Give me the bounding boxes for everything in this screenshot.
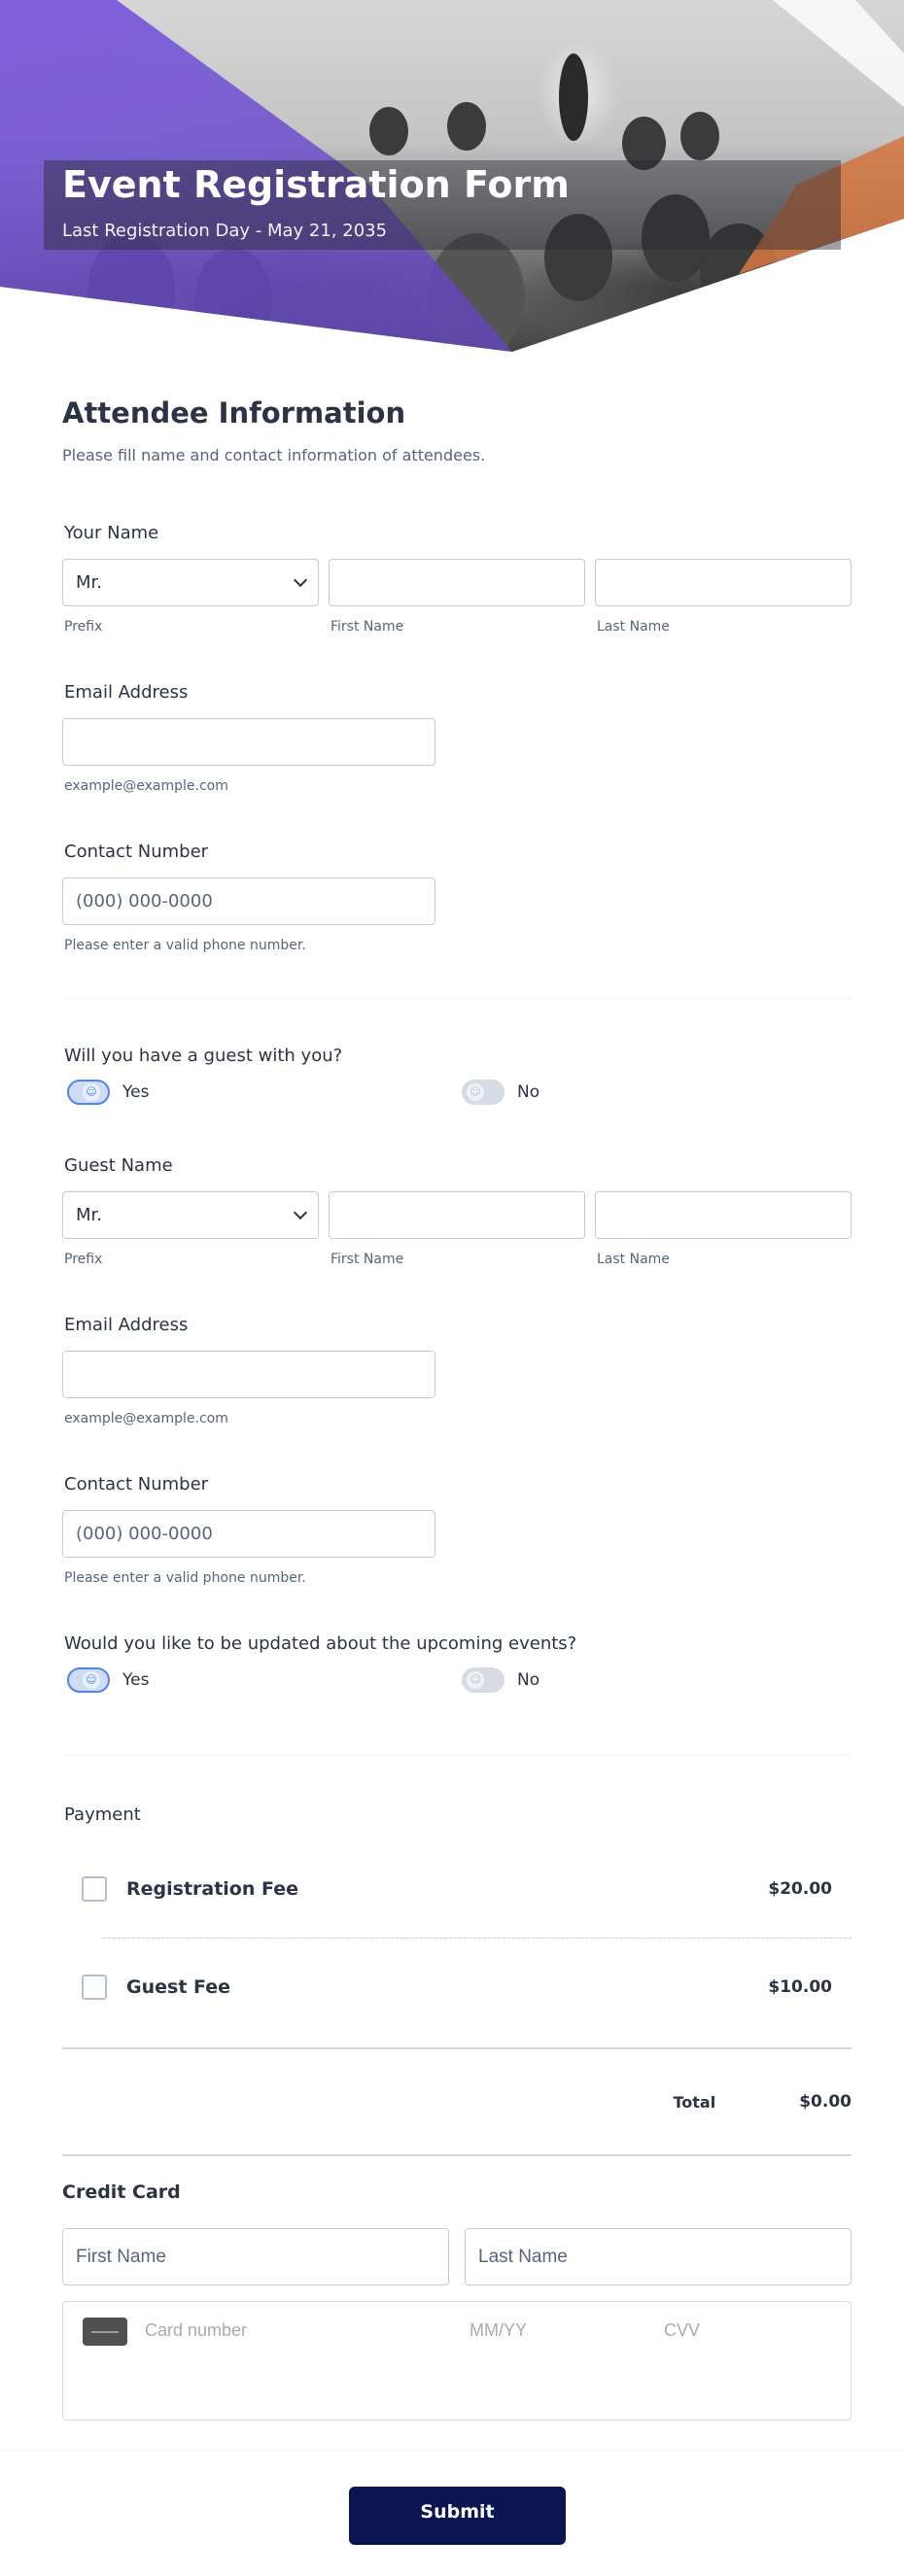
phone-sublabel: Please enter a valid phone number. (64, 938, 306, 953)
updates-no-label: No (517, 1670, 540, 1690)
guest-no-option[interactable]: ☺ No (457, 1080, 852, 1105)
prefix-sublabel: Prefix (64, 619, 103, 635)
payment-label: Payment (64, 1804, 141, 1825)
updates-question: Would you like to be updated about the u… (62, 1633, 852, 1693)
payment-field: Payment Registration Fee $20.00 Guest Fe… (62, 1804, 852, 2421)
updates-question-label: Would you like to be updated about the u… (64, 1633, 577, 1654)
card-first-name-input[interactable]: First Name (62, 2228, 449, 2285)
payment-item-name: Guest Fee (126, 1976, 230, 1998)
guest-email-input[interactable] (62, 1351, 435, 1398)
guest-email-sublabel: example@example.com (64, 1411, 228, 1426)
phone-input[interactable]: (000) 000-0000 (62, 877, 435, 925)
guest-last-name-input[interactable] (595, 1191, 852, 1239)
payment-item-name: Registration Fee (126, 1878, 298, 1900)
form-title: Event Registration Form (62, 163, 570, 206)
phone-placeholder: (000) 000-0000 (76, 891, 213, 911)
card-last-name-placeholder: Last Name (478, 2246, 568, 2267)
credit-card-title: Credit Card (62, 2181, 181, 2203)
guest-phone-input[interactable]: (000) 000-0000 (62, 1510, 435, 1558)
credit-card-divider (62, 2154, 852, 2156)
toggle-switch[interactable]: ☺ (67, 1667, 110, 1693)
guest-last-name-sublabel: Last Name (597, 1252, 670, 1267)
card-first-name-placeholder: First Name (76, 2246, 166, 2267)
submit-button[interactable]: Submit (349, 2487, 566, 2545)
name-label: Your Name (64, 523, 159, 543)
card-last-name-input[interactable]: Last Name (465, 2228, 852, 2285)
section-heading: Attendee Information (62, 396, 406, 429)
total-label: Total (673, 2092, 716, 2112)
payment-item-price: $20.00 (768, 1879, 832, 1899)
prefix-value: Mr. (76, 572, 102, 593)
payment-item[interactable]: Guest Fee $10.00 (62, 1939, 852, 2036)
email-input[interactable] (62, 718, 435, 766)
card-expiry-input[interactable]: MM/YY (469, 2318, 664, 2341)
total-value: $0.00 (799, 2092, 852, 2112)
toggle-switch[interactable]: ☺ (462, 1667, 504, 1693)
last-name-sublabel: Last Name (597, 619, 670, 635)
chevron-down-icon (293, 572, 308, 587)
section-description: Please fill name and contact information… (62, 446, 486, 464)
card-number-input[interactable]: Card number (145, 2318, 469, 2341)
smiley-icon: ☺ (83, 1671, 100, 1689)
guest-yes-option[interactable]: ☺ Yes (62, 1080, 457, 1105)
guest-phone-sublabel: Please enter a valid phone number. (64, 1570, 306, 1586)
payment-total: Total $0.00 (62, 2049, 852, 2154)
guest-first-name-input[interactable] (329, 1191, 585, 1239)
toggle-switch[interactable]: ☺ (67, 1080, 110, 1105)
guest-no-label: No (517, 1082, 540, 1102)
submit-area: Submit (0, 2451, 904, 2545)
guest-question-label: Will you have a guest with you? (64, 1046, 343, 1066)
divider (62, 998, 852, 999)
chevron-down-icon (293, 1205, 308, 1219)
payment-item[interactable]: Registration Fee $20.00 (62, 1840, 852, 1938)
phone-field: Contact Number (000) 000-0000 Please ent… (62, 841, 852, 953)
email-sublabel: example@example.com (64, 778, 228, 794)
email-field: Email Address example@example.com (62, 682, 852, 794)
first-name-input[interactable] (329, 559, 585, 606)
guest-prefix-value: Mr. (76, 1205, 102, 1225)
smiley-icon: ☺ (467, 1083, 484, 1101)
form-body: Attendee Information Please fill name an… (0, 396, 904, 2421)
guest-prefix-select[interactable]: Mr. (62, 1191, 319, 1239)
phone-label: Contact Number (64, 841, 209, 862)
email-label: Email Address (64, 682, 189, 703)
card-cvv-input[interactable]: CVV (664, 2318, 700, 2341)
smiley-icon: ☺ (467, 1671, 484, 1689)
guest-fee-checkbox[interactable] (82, 1975, 107, 2000)
divider (62, 1755, 852, 1756)
guest-phone-label: Contact Number (64, 1474, 209, 1494)
credit-card-section: Credit Card First Name Last Name Card nu… (62, 2181, 852, 2421)
toggle-switch[interactable]: ☺ (462, 1080, 504, 1105)
card-details-box: Card number MM/YY CVV (62, 2301, 852, 2421)
guest-phone-placeholder: (000) 000-0000 (76, 1524, 213, 1544)
form-subtitle: Last Registration Day - May 21, 2035 (62, 221, 388, 241)
smiley-icon: ☺ (83, 1083, 100, 1101)
guest-email-label: Email Address (64, 1315, 189, 1335)
guest-phone-field: Contact Number (000) 000-0000 Please ent… (62, 1474, 852, 1586)
guest-question: Will you have a guest with you? ☺ Yes ☺ … (62, 1046, 852, 1105)
updates-no-option[interactable]: ☺ No (457, 1667, 852, 1693)
guest-name-field: Guest Name Mr. Prefix First Name Last Na… (62, 1155, 852, 1267)
guest-yes-label: Yes (122, 1082, 150, 1102)
guest-first-name-sublabel: First Name (330, 1252, 404, 1267)
prefix-select[interactable]: Mr. (62, 559, 319, 606)
updates-yes-option[interactable]: ☺ Yes (62, 1667, 457, 1693)
guest-email-field: Email Address example@example.com (62, 1315, 852, 1426)
guest-name-label: Guest Name (64, 1155, 173, 1176)
registration-fee-checkbox[interactable] (82, 1876, 107, 1902)
credit-card-icon (83, 2318, 127, 2346)
form-header: Event Registration Form Last Registratio… (0, 0, 904, 360)
guest-prefix-sublabel: Prefix (64, 1252, 103, 1267)
updates-yes-label: Yes (122, 1670, 150, 1690)
payment-item-price: $10.00 (768, 1977, 832, 1997)
name-field: Your Name Mr. Prefix First Name Last Nam… (62, 523, 852, 635)
last-name-input[interactable] (595, 559, 852, 606)
first-name-sublabel: First Name (330, 619, 404, 635)
